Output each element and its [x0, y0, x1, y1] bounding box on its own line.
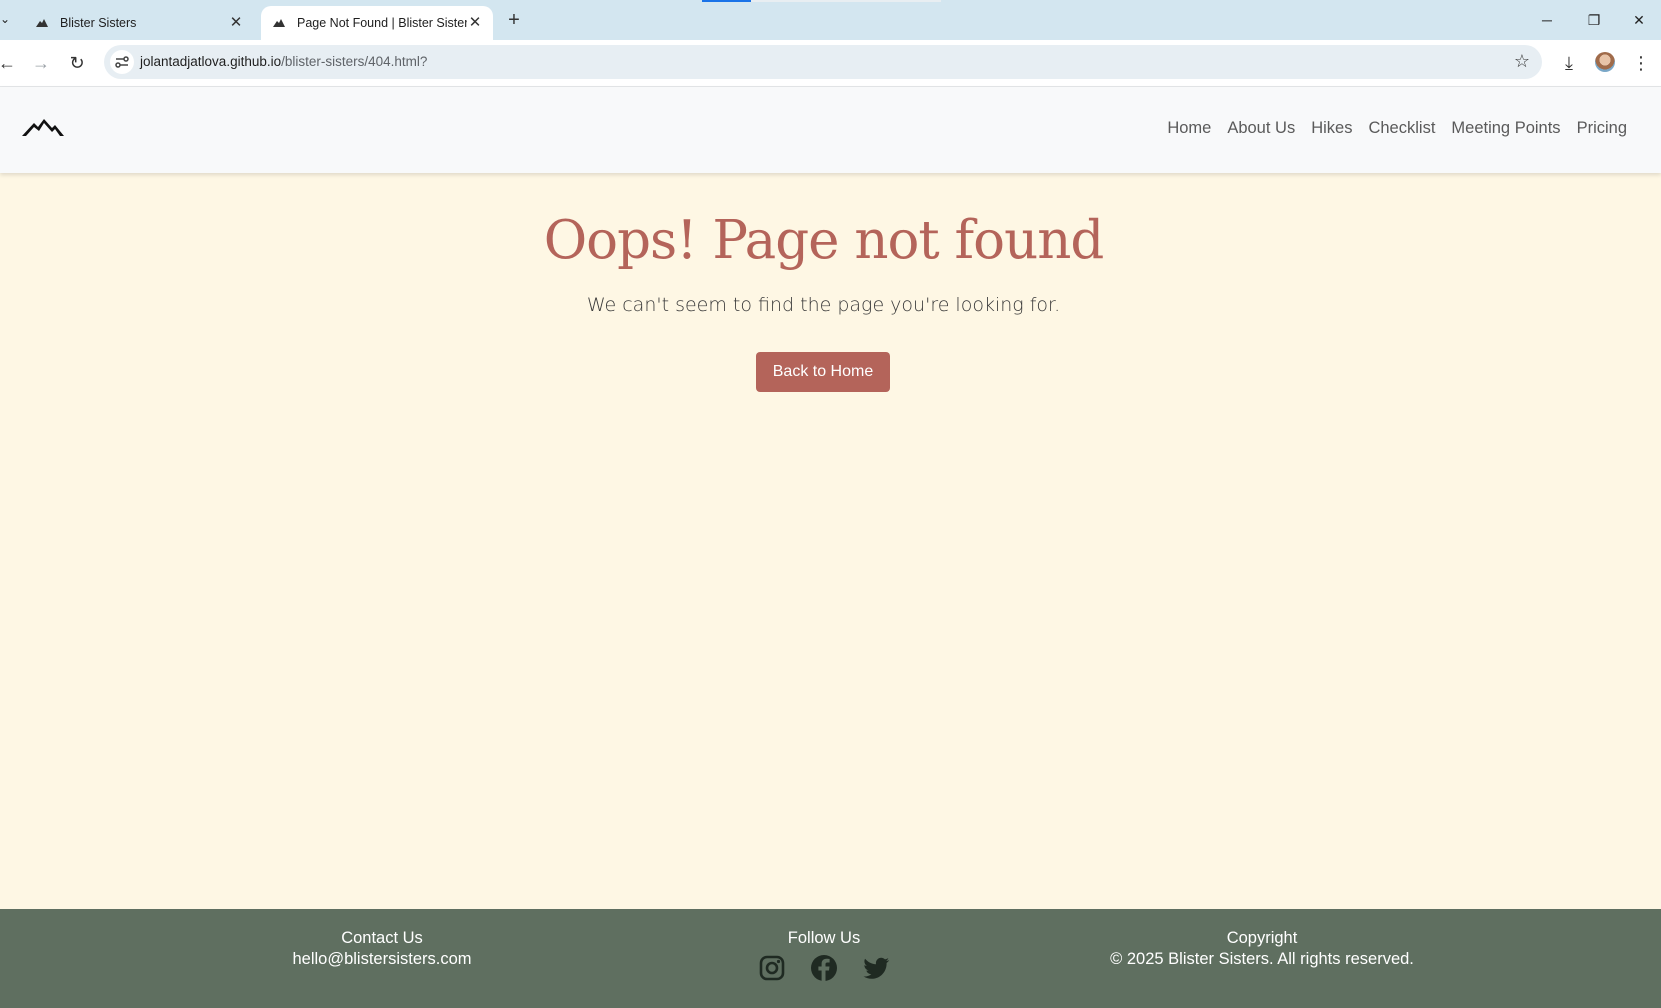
close-tab-icon[interactable]: ✕: [228, 15, 244, 31]
tab-search-icon[interactable]: ⌄: [0, 12, 10, 28]
tab-blister-sisters[interactable]: Blister Sisters ✕: [24, 6, 254, 40]
mountain-favicon-icon: [273, 16, 287, 30]
url-path: /blister-sisters/404.html?: [281, 54, 428, 69]
site-footer: Contact Us hello@blistersisters.com Foll…: [0, 909, 1661, 1008]
back-to-home-button[interactable]: Back to Home: [756, 352, 890, 392]
reload-icon[interactable]: ↻: [64, 50, 90, 76]
tab-strip-indicator: [702, 0, 751, 2]
social-links: [714, 954, 934, 982]
mountain-favicon-icon: [36, 16, 50, 30]
nav-links: Home About Us Hikes Checklist Meeting Po…: [1159, 119, 1635, 138]
footer-copyright-title: Copyright: [1226, 929, 1298, 947]
restore-icon[interactable]: ❐: [1582, 8, 1606, 32]
tab-strip-indicator-track: [751, 0, 941, 2]
nav-hikes[interactable]: Hikes: [1303, 119, 1360, 138]
nav-checklist[interactable]: Checklist: [1360, 119, 1443, 138]
footer-contact-email[interactable]: hello@blistersisters.com: [237, 949, 527, 970]
nav-home[interactable]: Home: [1159, 119, 1219, 138]
footer-follow-title: Follow Us: [787, 929, 861, 947]
tab-title: Page Not Found | Blister Sisters: [297, 16, 467, 30]
nav-meeting-points[interactable]: Meeting Points: [1443, 119, 1568, 138]
footer-copyright: Copyright © 2025 Blister Sisters. All ri…: [1082, 928, 1442, 970]
mountain-logo-icon[interactable]: [22, 117, 64, 139]
tab-page-not-found[interactable]: Page Not Found | Blister Sisters ✕: [261, 6, 493, 40]
footer-follow: Follow Us: [714, 928, 934, 982]
main-content: Oops! Page not found We can't seem to fi…: [0, 174, 1661, 909]
url-host: jolantadjatlova.github.io: [140, 54, 282, 69]
site-navbar: Home About Us Hikes Checklist Meeting Po…: [0, 87, 1661, 173]
nav-about-us[interactable]: About Us: [1219, 119, 1303, 138]
new-tab-button[interactable]: +: [503, 8, 525, 32]
address-bar[interactable]: jolantadjatlova.github.io/blister-sister…: [104, 45, 1542, 79]
close-tab-icon[interactable]: ✕: [467, 15, 483, 31]
instagram-icon[interactable]: [758, 954, 786, 982]
back-icon[interactable]: ←: [0, 50, 20, 76]
window-close-icon[interactable]: ✕: [1627, 8, 1651, 32]
tab-title: Blister Sisters: [60, 16, 137, 30]
nav-pricing[interactable]: Pricing: [1569, 119, 1635, 138]
more-menu-icon[interactable]: ⋮: [1628, 50, 1654, 76]
forward-icon[interactable]: →: [28, 50, 54, 76]
site-info-icon[interactable]: [110, 50, 134, 74]
footer-contact-title: Contact Us: [341, 929, 423, 947]
profile-avatar[interactable]: [1595, 52, 1615, 72]
twitter-icon[interactable]: [862, 954, 890, 982]
minimize-icon[interactable]: ─: [1535, 8, 1559, 32]
browser-toolbar: ← → ↻ jolantadjatlova.github.io/blister-…: [0, 40, 1661, 87]
page-title: Oops! Page not found: [543, 210, 1105, 271]
browser-tab-bar: ⌄ Blister Sisters ✕ Page Not Found | Bli…: [0, 0, 1661, 40]
download-icon[interactable]: ⤓: [1556, 50, 1582, 76]
url-text: jolantadjatlova.github.io/blister-sister…: [140, 54, 427, 69]
footer-contact: Contact Us hello@blistersisters.com: [237, 928, 527, 970]
bookmark-star-icon[interactable]: ☆: [1514, 51, 1530, 72]
footer-copyright-text: © 2025 Blister Sisters. All rights reser…: [1110, 950, 1414, 968]
page-subtitle: We can't seem to find the page you're lo…: [586, 294, 1061, 316]
facebook-icon[interactable]: [810, 954, 838, 982]
